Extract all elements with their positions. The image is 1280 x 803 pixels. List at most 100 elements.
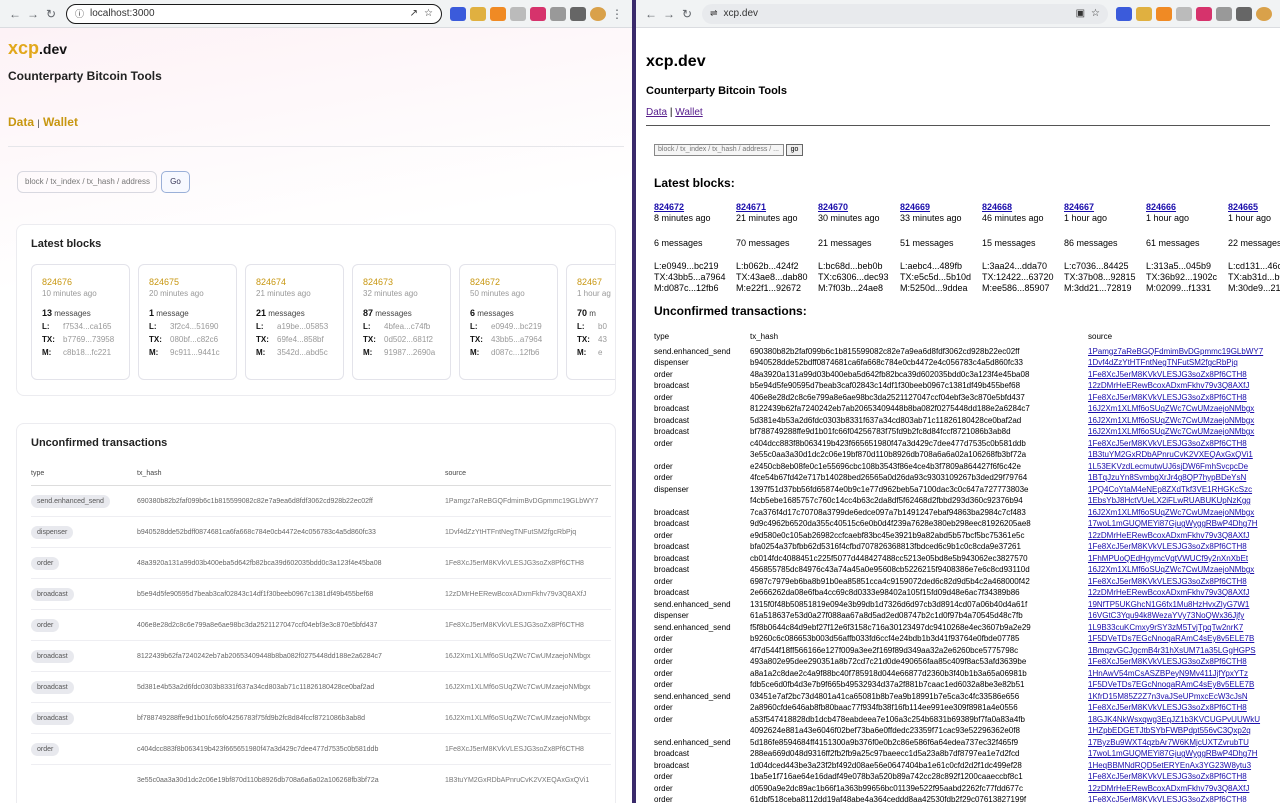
- bookmark-star-icon[interactable]: ☆: [1091, 8, 1100, 19]
- block-height-link[interactable]: 824672: [654, 202, 684, 212]
- tx-hash-cell[interactable]: b5e94d5fe90595d7beab3caf02843c14df1f30be…: [137, 578, 445, 610]
- source-link[interactable]: 1Fe8XcJ5erM8KVkVLESJG3soZx8Pf6CTH8: [1088, 438, 1280, 450]
- metamask-icon[interactable]: [490, 6, 506, 21]
- source-link[interactable]: 1BTqJzuYn8SvmbgXrJr4g8QP7hypBDeYsN: [1088, 472, 1280, 484]
- extension-icon[interactable]: [1176, 6, 1192, 21]
- source-link[interactable]: 18GJK4NkWsxqwg3EqJZ1b3KVCUGPvUUWkU: [1088, 714, 1280, 726]
- source-link[interactable]: 17woL1mGUQMEYi87GjugWyggRBwP4Dhg7H: [1088, 748, 1280, 760]
- extension-icon[interactable]: [530, 6, 546, 21]
- site-info-icon[interactable]: ⇌: [710, 8, 718, 19]
- block-height[interactable]: 82467: [577, 277, 615, 287]
- block-card[interactable]: 82467 1 hour ag 70 m L: b0 TX: 43 M: e: [566, 264, 615, 380]
- source-link[interactable]: 16J2Xm1XLMf6oSUqZWc7CwUMzaejoNMbgx: [1088, 426, 1280, 438]
- source-link[interactable]: 1BmqzvGCJgcmB4r31hXsUM71a35LGgHGPS: [1088, 645, 1280, 657]
- search-go-button[interactable]: Go: [161, 171, 190, 193]
- source-link[interactable]: 1EbsYbJ8HctVUeLX2iFLwRUABUKUpNzKgg: [1088, 495, 1280, 507]
- tx-hash-cell[interactable]: 48a3920a131a99d03b400eba5d642fb82bca39d6…: [137, 547, 445, 579]
- source-link[interactable]: 12zDMrHeERewBcoxADxmFkhv79v3Q8AXfJ: [1088, 380, 1280, 392]
- forward-icon[interactable]: →: [24, 7, 42, 21]
- source-cell[interactable]: 1Fe8XcJ5erM8KVkVLESJG3soZx8Pf6CTH8: [445, 733, 611, 765]
- source-cell[interactable]: 12zDMrHeERewBcoxADxmFkhv79v3Q8AXfJ: [445, 578, 611, 610]
- block-height-link[interactable]: 824671: [736, 202, 766, 212]
- tx-hash-cell[interactable]: 690380b82b2faf099b6c1b815599082c82e7a9ea…: [137, 485, 445, 517]
- block-card[interactable]: 824676 10 minutes ago 13 messages L: f7534..…: [31, 264, 130, 380]
- forward-icon[interactable]: →: [660, 7, 678, 21]
- source-link[interactable]: 17ByzBu9WXT4qzbAr7W6KMjcUXTZvrubTU: [1088, 737, 1280, 749]
- metamask-icon[interactable]: [1156, 6, 1172, 21]
- back-icon[interactable]: ←: [642, 7, 660, 21]
- block-height-link[interactable]: 824669: [900, 202, 930, 212]
- source-cell[interactable]: 1B3tuYM2GxRDbAPnruCvK2VXEQAxGxQVi1: [445, 764, 611, 796]
- tx-hash-cell[interactable]: bf788749288ffe9d1b01fc66f04256783f75fd9b…: [137, 702, 445, 734]
- table-row[interactable]: send.enhanced_send 690380b82b2faf099b6c1b…: [31, 485, 611, 517]
- tx-hash-cell[interactable]: 8122439b62fa7240242eb7ab20653409448b8ba0…: [137, 640, 445, 672]
- source-link[interactable]: 1Fe8XcJ5erM8KVkVLESJG3soZx8Pf6CTH8: [1088, 541, 1280, 553]
- source-link[interactable]: 1Fe8XcJ5erM8KVkVLESJG3soZx8Pf6CTH8: [1088, 392, 1280, 404]
- extension-icon[interactable]: [450, 6, 466, 21]
- tx-hash-cell[interactable]: b940528dde52bdff0874681ca6fa668c784e0cb4…: [137, 516, 445, 548]
- source-link[interactable]: 12zDMrHeERewBcoxADxmFkhv79v3Q8AXfJ: [1088, 587, 1280, 599]
- source-link[interactable]: 1HeqBBMNdRQD5etERYEnAx3YG23W8ytu3: [1088, 760, 1280, 772]
- nav-data-link[interactable]: Data: [646, 107, 667, 118]
- source-cell[interactable]: 1Fe8XcJ5erM8KVkVLESJG3soZx8Pf6CTH8: [445, 609, 611, 641]
- address-bar[interactable]: ⓘ localhost:3000 ↗ ☆: [66, 3, 442, 24]
- cast-icon[interactable]: ▣: [1076, 8, 1085, 19]
- bookmark-star-icon[interactable]: ☆: [424, 8, 433, 19]
- reload-icon[interactable]: ↻: [678, 7, 696, 21]
- source-link[interactable]: 1Fe8XcJ5erM8KVkVLESJG3soZx8Pf6CTH8: [1088, 771, 1280, 783]
- puzzle-icon[interactable]: [550, 6, 566, 21]
- block-height-link[interactable]: 824668: [982, 202, 1012, 212]
- source-cell[interactable]: 16J2Xm1XLMf6oSUqZWc7CwUMzaejoNMbgx: [445, 671, 611, 703]
- open-in-app-icon[interactable]: ↗: [410, 8, 418, 19]
- source-cell[interactable]: 1Fe8XcJ5erM8KVkVLESJG3soZx8Pf6CTH8: [445, 547, 611, 579]
- source-cell[interactable]: 1Pamgz7aReBGQFdmimBvDGpmmc19GLbWY7: [445, 485, 611, 517]
- table-row[interactable]: broadcast 5d381e4b53a2d6fdc0303b8331f637a…: [31, 671, 611, 703]
- block-card[interactable]: 824672 50 minutes ago 6 messages L: e0949...…: [459, 264, 558, 380]
- block-height-link[interactable]: 824667: [1064, 202, 1094, 212]
- site-info-icon[interactable]: ⓘ: [75, 7, 84, 20]
- source-link[interactable]: 1FhMPUoQEdHgymcVqtVWUCf9y2nXnXbEt: [1088, 553, 1280, 565]
- table-row[interactable]: broadcast b5e94d5fe90595d7beab3caf02843c1…: [31, 578, 611, 610]
- reload-icon[interactable]: ↻: [42, 7, 60, 21]
- source-link[interactable]: 1PQ4CoYtaM4eNEp8ZXdTkf3VE1RHGKcSzc: [1088, 484, 1280, 496]
- nav-data-link[interactable]: Data: [8, 115, 34, 129]
- source-link[interactable]: 1B3tuYM2GxRDbAPnruCvK2VXEQAxGxQVi1: [1088, 449, 1280, 461]
- table-row[interactable]: dispenser b940528dde52bdff0874681ca6fa668…: [31, 516, 611, 548]
- back-icon[interactable]: ←: [6, 7, 24, 21]
- source-link[interactable]: 1L9B33cuKCmxy9rSY3zM5TvjTpqTw2nrK7: [1088, 622, 1280, 634]
- source-link[interactable]: 1Fe8XcJ5erM8KVkVLESJG3soZx8Pf6CTH8: [1088, 794, 1280, 803]
- block-card[interactable]: 824675 20 minutes ago 1 message L: 3f2c4...5…: [138, 264, 237, 380]
- block-height-link[interactable]: 824670: [818, 202, 848, 212]
- block-height-link[interactable]: 824666: [1146, 202, 1176, 212]
- menu-kebab-icon[interactable]: ⋮: [608, 7, 626, 21]
- nav-wallet-link[interactable]: Wallet: [675, 107, 702, 118]
- block-height[interactable]: 824674: [256, 277, 333, 287]
- search-go-button[interactable]: go: [786, 144, 803, 156]
- source-link[interactable]: 1F5DVeTDs7EGcNnoqaRAmC4sEy8v5ELE7B: [1088, 679, 1280, 691]
- search-input[interactable]: block / tx_index / tx_hash / address / .…: [654, 144, 784, 156]
- source-link[interactable]: 16VGtC3Yqu94k8WezaYVy73NoQWx36Jjfy: [1088, 610, 1280, 622]
- source-link[interactable]: 1KfrD15M85Z2Z7n3vaJSeUPmxcEcW3cJsN: [1088, 691, 1280, 703]
- source-link[interactable]: 1HnAwV54mCsASZBPeyN9Mv411JjfYpxYTz: [1088, 668, 1280, 680]
- source-link[interactable]: 16J2Xm1XLMf6oSUqZWc7CwUMzaejoNMbgx: [1088, 415, 1280, 427]
- tx-hash-cell[interactable]: 3e55c0aa3a30d1dc2c06e19bf870d110b8926db7…: [137, 764, 445, 796]
- tx-hash-cell[interactable]: 406e8e28d2c8c6e799a8e6ae98bc3da252112704…: [137, 609, 445, 641]
- block-height[interactable]: 824675: [149, 277, 226, 287]
- table-row[interactable]: broadcast 8122439b62fa7240242eb7ab2065340…: [31, 640, 611, 672]
- source-link[interactable]: 16J2Xm1XLMf6oSUqZWc7CwUMzaejoNMbgx: [1088, 564, 1280, 576]
- source-link[interactable]: 1Fe8XcJ5erM8KVkVLESJG3soZx8Pf6CTH8: [1088, 576, 1280, 588]
- source-link[interactable]: 12zDMrHeERewBcoxADxmFkhv79v3Q8AXfJ: [1088, 783, 1280, 795]
- extension-icon[interactable]: [1116, 6, 1132, 21]
- source-link[interactable]: 1L53EKVzdLecmutwUJ6sjDW6FmhSvcpcDe: [1088, 461, 1280, 473]
- block-height-link[interactable]: 824665: [1228, 202, 1258, 212]
- block-card[interactable]: 824673 32 minutes ago 87 messages L: 4bfea..…: [352, 264, 451, 380]
- address-bar[interactable]: ⇌ xcp.dev ▣ ☆: [702, 3, 1108, 24]
- extension-icon[interactable]: [510, 6, 526, 21]
- table-row[interactable]: order c404dcc883f8b063419b423f665651980f4…: [31, 733, 611, 765]
- nav-wallet-link[interactable]: Wallet: [43, 115, 78, 129]
- table-row[interactable]: broadcast bf788749288ffe9d1b01fc66f042567…: [31, 702, 611, 734]
- source-cell[interactable]: 1Dvf4dZzYtHTFntNegTNFutSM2fgcRbPjq: [445, 516, 611, 548]
- puzzle-icon[interactable]: [1216, 6, 1232, 21]
- block-height[interactable]: 824676: [42, 277, 119, 287]
- sidebar-icon[interactable]: [570, 6, 586, 21]
